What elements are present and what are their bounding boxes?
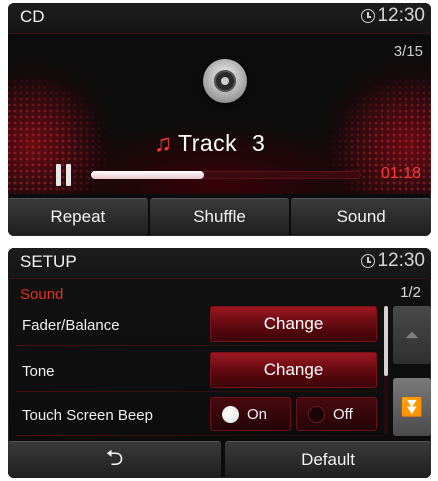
clock-icon: [361, 9, 376, 23]
sound-button[interactable]: Sound: [291, 198, 431, 235]
cd-screen: CD 12:30 3/15 ♫ Track 3 01:18 Repeat Shu…: [8, 3, 431, 236]
radio-unchecked-icon: [308, 405, 325, 423]
shuffle-button[interactable]: Shuffle: [149, 198, 290, 235]
back-arrow-icon: ⮌: [105, 445, 124, 470]
cd-clock-time: 12:30: [377, 5, 425, 26]
page-indicator: 1/2: [400, 284, 421, 301]
setting-label: Fader/Balance: [22, 317, 120, 334]
beep-off-label: Off: [333, 405, 353, 423]
scroll-down-icon: ⏬: [400, 396, 424, 417]
scroll-up-button[interactable]: ⏶: [393, 306, 431, 364]
setup-title: SETUP: [20, 252, 77, 271]
disc-icon: [203, 59, 247, 103]
cd-header: CD 12:30: [8, 3, 431, 34]
setup-clock: 12:30: [361, 250, 425, 272]
setup-screen: SETUP 12:30 Sound 1/2 Fader/Balance Chan…: [8, 248, 431, 478]
scroll-up-icon: ⏶: [404, 324, 420, 345]
cd-button-bar: Repeat Shuffle Sound: [8, 198, 431, 235]
progress-fill: [91, 171, 205, 179]
setting-row-fader-balance: Fader/Balance Change: [8, 304, 388, 346]
setup-button-bar: ⮌ Default: [8, 441, 431, 478]
section-label: Sound: [20, 286, 64, 303]
scrollbar[interactable]: [384, 306, 388, 434]
beep-off-option[interactable]: Off: [296, 397, 377, 431]
cd-clock: 12:30: [361, 5, 425, 27]
scrollbar-thumb[interactable]: [384, 306, 388, 376]
back-button[interactable]: ⮌: [8, 441, 221, 478]
cd-now-playing: 3/15 ♫ Track 3 01:18: [8, 34, 431, 194]
setup-clock-time: 12:30: [377, 250, 425, 271]
setting-row-tone: Tone Change: [8, 350, 388, 392]
clock-icon: [361, 254, 376, 268]
setting-row-touch-screen-beep: Touch Screen Beep On Off: [8, 394, 388, 436]
default-button[interactable]: Default: [225, 441, 431, 478]
cd-title: CD: [20, 7, 45, 26]
scroll-down-button[interactable]: ⏬: [393, 378, 431, 436]
setting-label: Tone: [22, 363, 55, 380]
radio-checked-icon: [222, 405, 239, 423]
beep-on-option[interactable]: On: [210, 397, 291, 431]
setting-label: Touch Screen Beep: [22, 407, 153, 424]
tone-change-button[interactable]: Change: [210, 352, 377, 388]
track-title: Track 3: [178, 130, 266, 156]
beep-on-label: On: [247, 405, 268, 423]
repeat-button[interactable]: Repeat: [8, 198, 148, 235]
track-count: 3/15: [393, 43, 423, 60]
progress-bar[interactable]: [91, 171, 361, 179]
pause-icon[interactable]: [56, 164, 72, 186]
track-info: ♫ Track 3: [154, 130, 265, 157]
elapsed-time: 01:18: [380, 165, 421, 182]
setup-header: SETUP 12:30: [8, 248, 431, 279]
music-note-icon: ♫: [154, 129, 172, 157]
fader-balance-change-button[interactable]: Change: [210, 306, 377, 342]
